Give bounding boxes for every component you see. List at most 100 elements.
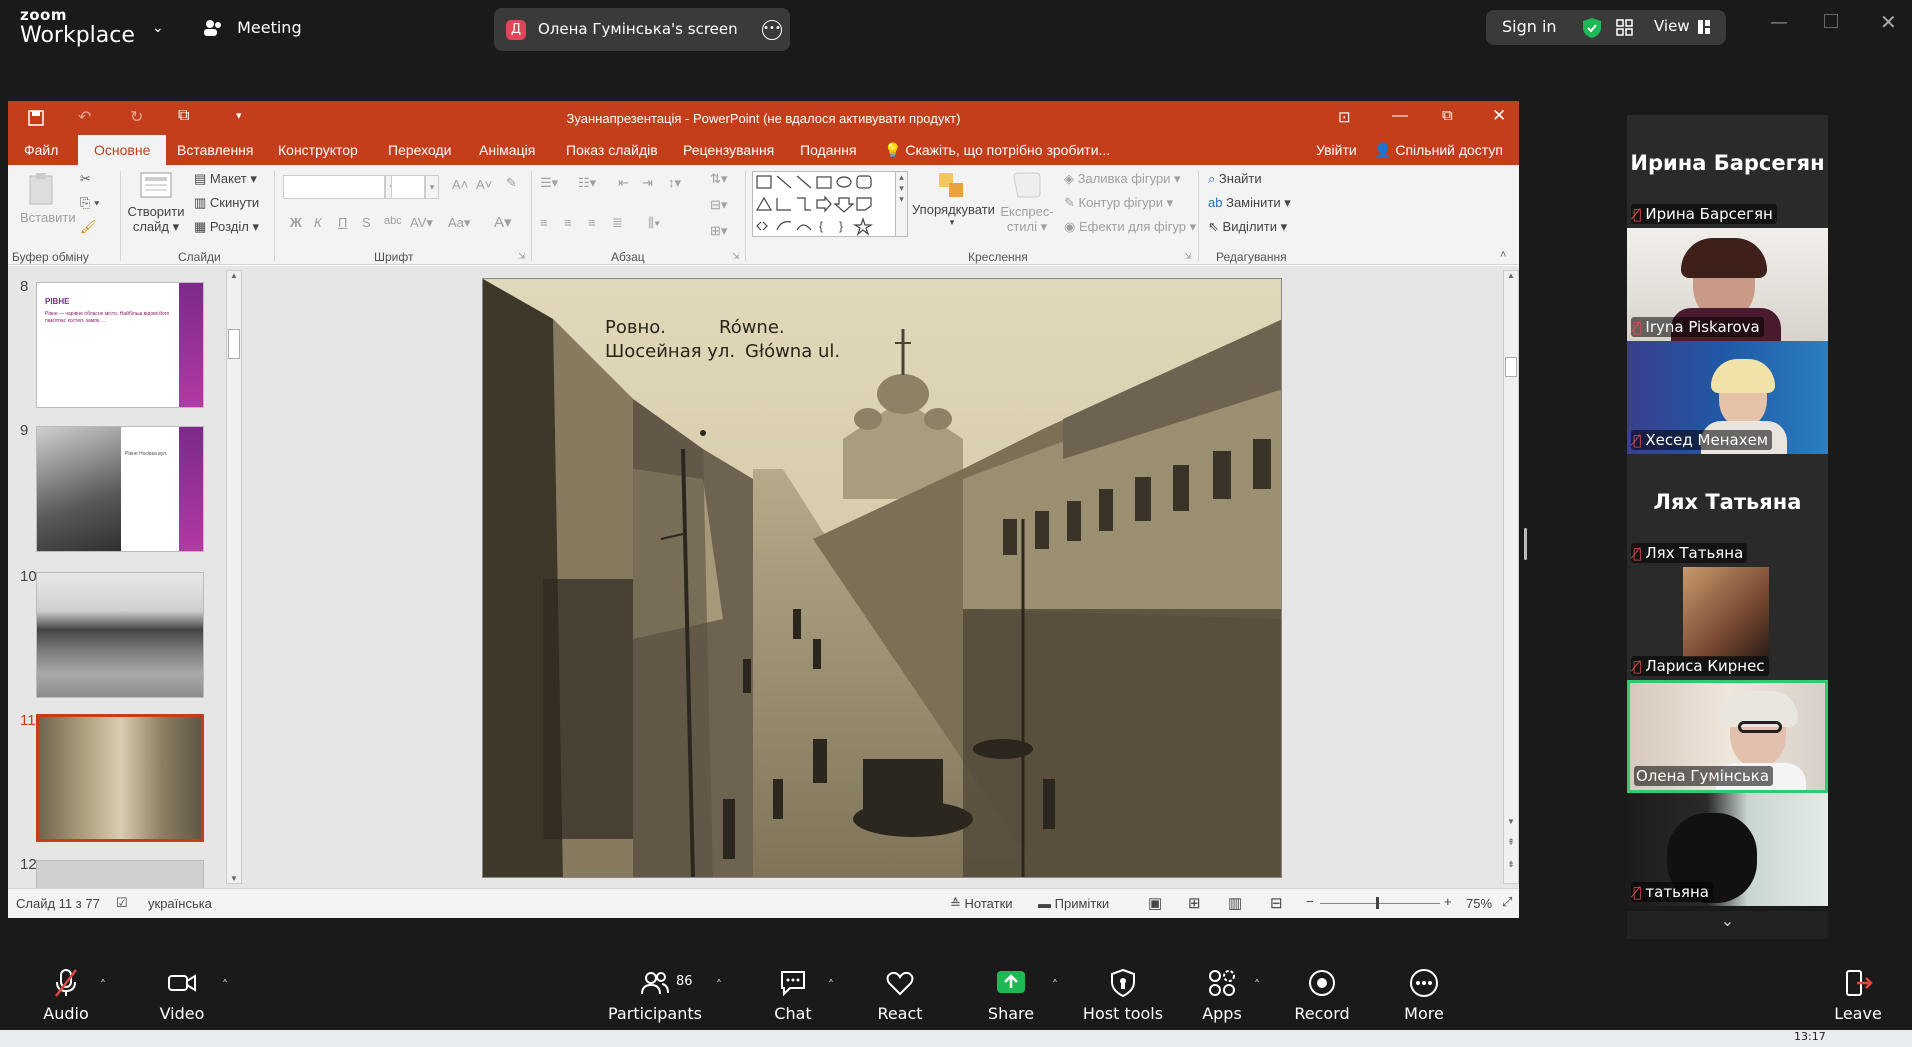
bullets-icon[interactable]: ☰▾	[540, 175, 558, 191]
underline-icon[interactable]: П	[338, 215, 347, 230]
justify-icon[interactable]: ≣	[612, 215, 623, 231]
spellcheck-icon[interactable]: ☑	[116, 895, 128, 911]
comments-button[interactable]: ▬ Примітки	[1038, 896, 1109, 911]
participants-options-caret[interactable]: ˄	[716, 978, 722, 992]
chat-button[interactable]: Chat	[743, 968, 843, 1023]
shield-check-icon[interactable]	[1582, 17, 1602, 39]
share-screen-button[interactable]: Share	[961, 968, 1061, 1023]
zoom-slider-thumb[interactable]	[1376, 897, 1379, 909]
normal-view-icon[interactable]: ▣	[1148, 894, 1162, 912]
chevron-down-icon[interactable]: ⌄	[152, 20, 164, 36]
layout-button[interactable]: ▤ Макет ▾	[194, 171, 257, 187]
scroll-up-icon[interactable]: ▲	[227, 271, 241, 280]
reading-view-icon[interactable]: ▥	[1228, 894, 1242, 912]
language-indicator[interactable]: українська	[148, 896, 212, 911]
font-name-box[interactable]	[283, 175, 385, 199]
strikethrough-icon[interactable]: abc	[384, 215, 402, 227]
smartart-icon[interactable]: ⊞▾	[710, 223, 727, 239]
font-size-box[interactable]	[391, 175, 425, 199]
thumbnails-scrollbar[interactable]: ▲ ▼	[226, 270, 242, 884]
host-tools-button[interactable]: Host tools	[1073, 968, 1173, 1023]
meeting-info[interactable]: Meeting	[202, 17, 302, 38]
participant-tile[interactable]: Лях Татьяна 🎙̸ Лях Татьяна	[1627, 454, 1828, 567]
shapes-gallery[interactable]: {}	[752, 171, 896, 237]
more-button[interactable]: More	[1374, 968, 1474, 1023]
tab-slideshow[interactable]: Показ слайдів	[566, 142, 658, 158]
slide-thumbnail-10[interactable]	[36, 572, 204, 698]
format-painter-icon[interactable]: 🖌	[80, 219, 97, 235]
video-options-caret[interactable]: ˄	[222, 978, 228, 992]
tab-home[interactable]: Основне	[78, 135, 167, 165]
fit-to-window-icon[interactable]: ⤢	[1502, 894, 1512, 910]
share-access-button[interactable]: 👤 Спільний доступ	[1374, 142, 1503, 159]
current-slide[interactable]: Ровно. Równe. Шосейная ул. Główna ul.	[482, 278, 1282, 878]
tab-view[interactable]: Подання	[800, 142, 857, 158]
view-button[interactable]: View	[1654, 17, 1690, 35]
numbering-icon[interactable]: ☷▾	[578, 175, 596, 191]
align-text-icon[interactable]: ⊟▾	[710, 197, 727, 213]
apps-options-caret[interactable]: ˄	[1254, 978, 1260, 992]
drawing-dialog-launcher-icon[interactable]: ⇲	[1184, 251, 1192, 262]
chat-options-caret[interactable]: ˄	[828, 978, 834, 992]
tab-design[interactable]: Конструктор	[278, 142, 358, 158]
shape-effects-button[interactable]: ◉ Ефекти для фігур ▾	[1064, 219, 1196, 235]
maximize-window-icon[interactable]	[1824, 14, 1838, 28]
slide-thumbnail-9[interactable]: Рівне Носівка вул.	[36, 426, 204, 552]
tab-file[interactable]: Файл	[24, 142, 58, 158]
previous-slide-icon[interactable]: ⇞	[1504, 837, 1518, 848]
find-button[interactable]: ⌕ Знайти	[1208, 171, 1262, 187]
shape-outline-button[interactable]: ✎ Контур фігури ▾	[1064, 195, 1173, 211]
ppt-restore-icon[interactable]: ⧉	[1442, 107, 1453, 124]
ppt-close-icon[interactable]: ✕	[1492, 106, 1506, 126]
video-button[interactable]: Video	[132, 968, 232, 1023]
reset-button[interactable]: ▥ Скинути	[194, 195, 259, 211]
tell-me-box[interactable]: 💡 Скажіть, що потрібно зробити...	[884, 142, 1110, 159]
slide-scroll-down-icon[interactable]: ▼	[1504, 817, 1518, 826]
audio-button[interactable]: Audio	[16, 968, 116, 1023]
shadow-icon[interactable]: S	[362, 215, 371, 230]
tab-insert[interactable]: Вставлення	[177, 142, 254, 158]
replace-button[interactable]: ab Замінити ▾	[1208, 195, 1291, 211]
align-left-icon[interactable]: ≡	[540, 215, 548, 230]
next-slide-icon[interactable]: ⇟	[1504, 859, 1518, 870]
decrease-indent-icon[interactable]: ⇤	[618, 175, 629, 191]
collapse-ribbon-icon[interactable]: ˄	[1500, 249, 1506, 261]
ribbon-display-icon[interactable]: ⊡	[1338, 108, 1351, 126]
participant-tile[interactable]: 🎙̸ Лариса Кирнес	[1627, 567, 1828, 680]
shapes-scroll[interactable]: ▴ ▾ ▾	[896, 171, 908, 237]
slide-scroll-up-icon[interactable]: ▲	[1504, 271, 1518, 280]
close-window-icon[interactable]: ✕	[1880, 10, 1897, 34]
font-dialog-launcher-icon[interactable]: ⇲	[518, 251, 526, 262]
slide-thumbnail-8[interactable]: РІВНЕ Рівне — чарівне обласне місто. Най…	[36, 282, 204, 408]
shape-fill-button[interactable]: ◈ Заливка фігури ▾	[1064, 171, 1181, 187]
react-button[interactable]: React	[850, 968, 950, 1023]
screen-share-indicator[interactable]: Д Олена Гумінська's screen •••	[494, 8, 790, 51]
columns-icon[interactable]: ⫼▾	[648, 215, 660, 231]
minimize-window-icon[interactable]: —	[1770, 12, 1788, 33]
record-button[interactable]: Record	[1272, 968, 1372, 1023]
leave-button[interactable]: Leave	[1808, 968, 1908, 1023]
scroll-thumb[interactable]	[228, 329, 240, 359]
increase-indent-icon[interactable]: ⇥	[642, 175, 653, 191]
notes-button[interactable]: ≙ Нотатки	[950, 896, 1013, 912]
cut-icon[interactable]: ✂	[80, 171, 91, 187]
change-case-icon[interactable]: Aa▾	[448, 215, 470, 231]
tab-review[interactable]: Рецензування	[683, 142, 774, 158]
audio-options-caret[interactable]: ˄	[100, 978, 106, 992]
participant-tile[interactable]: 🎙̸ татьяна	[1627, 793, 1828, 906]
font-size-dropdown[interactable]: ▾	[425, 175, 439, 199]
bold-icon[interactable]: Ж	[290, 215, 302, 230]
zoom-slider[interactable]	[1320, 903, 1440, 904]
align-center-icon[interactable]: ≡	[564, 215, 572, 230]
apps-button[interactable]: Apps	[1172, 968, 1272, 1023]
slide-sorter-icon[interactable]: ⊞	[1188, 894, 1201, 912]
slide-thumbnail-11[interactable]	[36, 714, 204, 842]
copy-icon[interactable]: ⎘ ▾	[80, 195, 99, 211]
paragraph-dialog-launcher-icon[interactable]: ⇲	[732, 251, 740, 262]
zoom-in-icon[interactable]: +	[1444, 894, 1452, 909]
zoom-level[interactable]: 75%	[1466, 896, 1492, 911]
clear-format-icon[interactable]: ✎	[506, 175, 517, 191]
align-right-icon[interactable]: ≡	[588, 215, 596, 230]
font-color-icon[interactable]: A▾	[494, 213, 512, 231]
participant-tile[interactable]: Ирина Барсегян 🎙̸ Ирина Барсегян	[1627, 115, 1828, 228]
